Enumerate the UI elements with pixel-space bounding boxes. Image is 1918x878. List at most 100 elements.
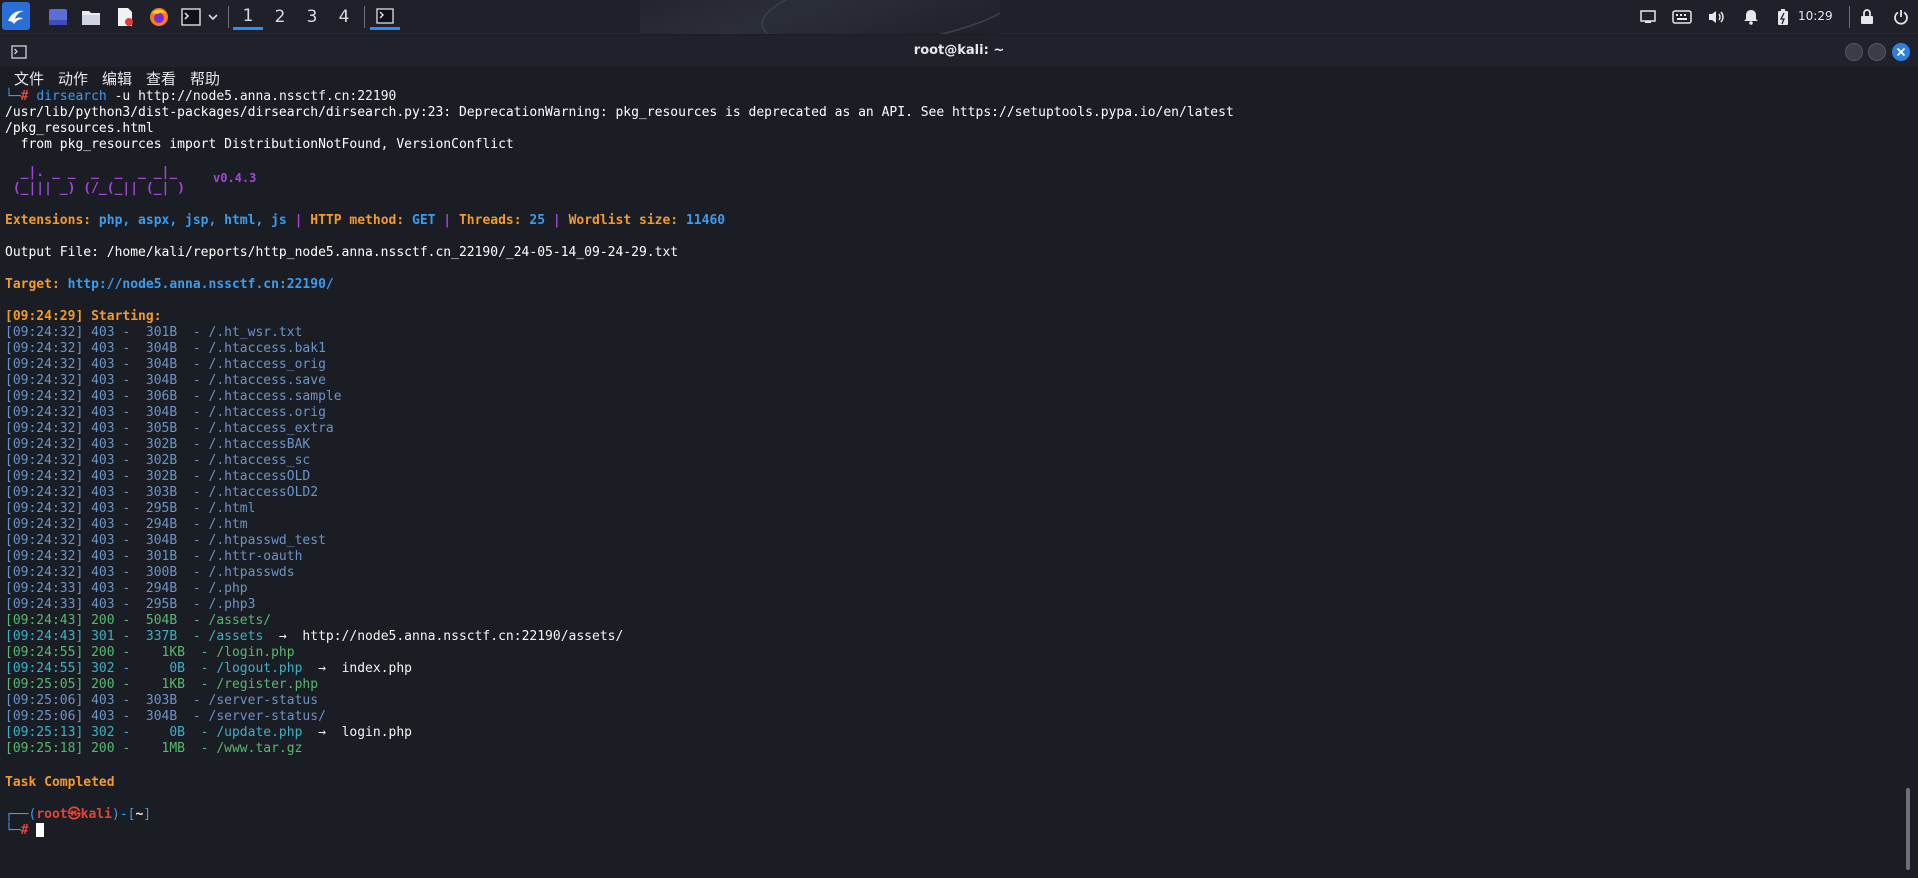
menu-file[interactable]: 文件 <box>14 68 44 89</box>
config-line: Extensions: php, aspx, jsp, html, js | H… <box>5 213 726 228</box>
result-entry: [09:24:32] 403 - 301B - /.ht_wsr.txt <box>5 325 303 340</box>
text-editor-icon[interactable] <box>112 4 138 30</box>
result-row: [09:24:32] 403 - 295B - /.html <box>5 501 255 517</box>
text-cursor <box>36 823 45 837</box>
redirect-target: index.php <box>341 661 413 676</box>
result-row: [09:24:32] 403 - 302B - /.htaccessBAK <box>5 437 310 453</box>
result-row: [09:24:55] 200 - 1KB - /login.php <box>5 645 295 661</box>
workspace-1[interactable]: 1 <box>233 4 263 30</box>
redirect-target: login.php <box>341 725 413 740</box>
battery-icon[interactable] <box>1775 6 1791 28</box>
redirect-target: http://node5.anna.nssctf.cn:22190/assets… <box>302 629 624 644</box>
taskbar: 1 2 3 4 10:29 <box>0 0 1918 34</box>
result-entry: [09:24:32] 403 - 304B - /.htaccess_orig <box>5 357 326 372</box>
firefox-icon[interactable] <box>146 4 172 30</box>
terminal-icon[interactable] <box>178 4 204 30</box>
warning-line: /pkg_resources.html <box>5 121 154 136</box>
result-row: [09:24:32] 403 - 304B - /.htaccess.save <box>5 373 326 389</box>
result-row: [09:24:32] 403 - 305B - /.htaccess_extra <box>5 421 334 437</box>
result-entry: [09:24:32] 403 - 294B - /.htm <box>5 517 248 532</box>
keyboard-icon[interactable] <box>1671 6 1693 28</box>
result-entry: [09:24:33] 403 - 294B - /.php <box>5 581 248 596</box>
result-row: [09:24:32] 403 - 306B - /.htaccess.sampl… <box>5 389 342 405</box>
result-entry: [09:24:32] 403 - 304B - /.htaccess.save <box>5 373 326 388</box>
result-row: [09:24:32] 403 - 304B - /.htaccess.orig <box>5 405 326 421</box>
taskbar-separator <box>1849 6 1850 28</box>
result-entry: [09:24:43] 200 - 504B - /assets/ <box>5 613 272 628</box>
result-entry: [09:25:06] 403 - 304B - /server-status/ <box>5 709 326 724</box>
terminal-task-icon[interactable] <box>370 4 400 30</box>
result-entry: [09:24:32] 403 - 302B - /.htaccess_sc <box>5 453 311 468</box>
window-title: root@kali: ~ <box>913 43 1005 58</box>
lock-icon[interactable] <box>1858 6 1876 28</box>
minimize-button[interactable] <box>1845 43 1863 61</box>
prompt-line: ┌──(root㉿kali)-[~] <box>5 807 152 822</box>
task-completed: Task Completed <box>5 775 115 790</box>
result-entry: [09:24:33] 403 - 295B - /.php3 <box>5 597 256 612</box>
result-entry: [09:25:13] 302 - 0B - /update.php <box>5 725 303 740</box>
close-icon <box>1896 47 1906 57</box>
result-row: [09:25:05] 200 - 1KB - /register.php <box>5 677 318 693</box>
result-row: [09:24:55] 302 - 0B - /logout.php → inde… <box>5 661 412 677</box>
result-row: [09:24:32] 403 - 301B - /.httr-oauth <box>5 549 302 565</box>
target-line: Target: http://node5.anna.nssctf.cn:2219… <box>5 277 334 292</box>
result-row: [09:24:32] 403 - 302B - /.htaccess_sc <box>5 453 310 469</box>
result-entry: [09:24:43] 301 - 337B - /assets <box>5 629 264 644</box>
result-entry: [09:25:06] 403 - 303B - /server-status <box>5 693 319 708</box>
result-entry: [09:24:32] 403 - 300B - /.htpasswds <box>5 565 295 580</box>
result-entry: [09:24:32] 403 - 303B - /.htaccessOLD2 <box>5 485 319 500</box>
taskbar-separator <box>364 6 365 28</box>
result-entry: [09:24:32] 403 - 305B - /.htaccess_extra <box>5 421 334 436</box>
warning-line: from pkg_resources import DistributionNo… <box>5 137 514 152</box>
desktop-wallpaper-strip <box>640 0 1000 34</box>
workspace-4[interactable]: 4 <box>329 4 359 30</box>
terminal-output[interactable]: └─# dirsearch -u http://node5.anna.nssct… <box>5 89 1895 876</box>
result-row: [09:25:18] 200 - 1MB - /www.tar.gz <box>5 741 302 757</box>
menu-view[interactable]: 查看 <box>146 68 176 89</box>
dropdown-chevron-icon[interactable] <box>206 4 220 30</box>
result-row: [09:24:43] 200 - 504B - /assets/ <box>5 613 271 629</box>
result-row: [09:24:33] 403 - 295B - /.php3 <box>5 597 255 613</box>
banner-line: (_||| _) (/_(_|| (_| ) <box>5 181 186 196</box>
redirect-arrow: → <box>302 661 342 676</box>
maximize-button[interactable] <box>1868 43 1886 61</box>
output-file-line: Output File: /home/kali/reports/http_nod… <box>5 245 679 260</box>
starting-line: [09:24:29] Starting: <box>5 309 170 324</box>
terminal-scrollbar[interactable] <box>1906 788 1910 870</box>
result-entry: [09:25:05] 200 - 1KB - /register.php <box>5 677 319 692</box>
warning-line: /usr/lib/python3/dist-packages/dirsearch… <box>5 105 1234 120</box>
banner-line: _|. _ _ _ _ _ _|_ <box>5 165 178 180</box>
result-row: [09:24:32] 403 - 304B - /.htaccess_orig <box>5 357 326 373</box>
show-desktop-icon[interactable] <box>45 4 71 30</box>
result-row: [09:25:06] 403 - 303B - /server-status <box>5 693 318 709</box>
file-manager-icon[interactable] <box>78 4 104 30</box>
notification-bell-icon[interactable] <box>1741 6 1761 28</box>
result-entry: [09:24:32] 403 - 304B - /.htpasswd_test <box>5 533 326 548</box>
result-entry: [09:25:18] 200 - 1MB - /www.tar.gz <box>5 741 303 756</box>
volume-icon[interactable] <box>1706 6 1726 28</box>
clock[interactable]: 10:29 <box>1798 9 1833 23</box>
redirect-arrow: → <box>302 725 342 740</box>
menu-help[interactable]: 帮助 <box>190 68 220 89</box>
monitor-icon[interactable] <box>1638 6 1658 28</box>
result-row: [09:25:13] 302 - 0B - /update.php → logi… <box>5 725 412 741</box>
result-row: [09:24:32] 403 - 304B - /.htpasswd_test <box>5 533 326 549</box>
result-row: [09:25:06] 403 - 304B - /server-status/ <box>5 709 326 725</box>
command-args: -u http://node5.anna.nssctf.cn:22190 <box>106 89 397 104</box>
workspace-2[interactable]: 2 <box>265 4 295 30</box>
kali-menu-icon[interactable] <box>2 2 30 30</box>
workspace-3[interactable]: 3 <box>297 4 327 30</box>
menu-edit[interactable]: 编辑 <box>102 68 132 89</box>
result-entry: [09:24:32] 403 - 302B - /.htaccessBAK <box>5 437 311 452</box>
result-entry: [09:24:32] 403 - 301B - /.httr-oauth <box>5 549 303 564</box>
result-row: [09:24:32] 403 - 304B - /.htaccess.bak1 <box>5 341 326 357</box>
close-button[interactable] <box>1892 43 1910 61</box>
result-row: [09:24:32] 403 - 302B - /.htaccessOLD <box>5 469 310 485</box>
power-icon[interactable] <box>1891 6 1911 28</box>
window-titlebar[interactable]: root@kali: ~ <box>0 35 1918 67</box>
menubar: 文件 动作 编辑 查看 帮助 <box>0 67 1918 89</box>
result-row: [09:24:32] 403 - 294B - /.htm <box>5 517 248 533</box>
menu-action[interactable]: 动作 <box>58 68 88 89</box>
result-entry: [09:24:55] 302 - 0B - /logout.php <box>5 661 303 676</box>
prompt-input-line[interactable]: └─# <box>5 823 45 839</box>
